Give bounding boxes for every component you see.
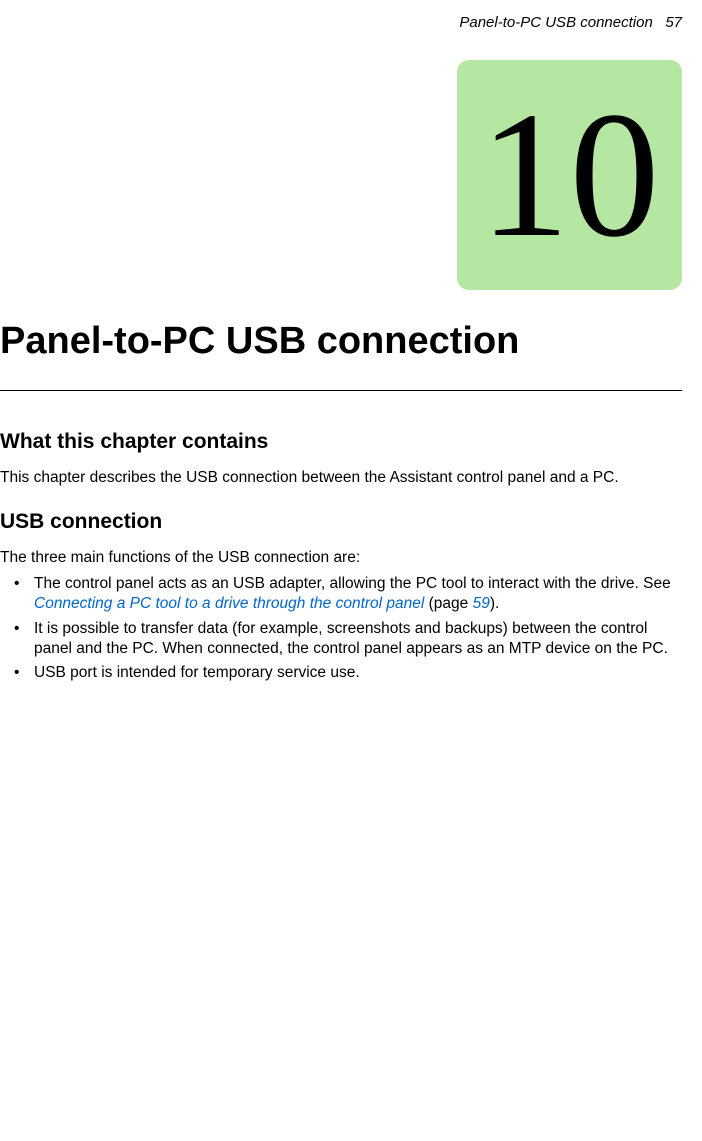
page-reference-link[interactable]: 59 xyxy=(473,595,490,612)
section-heading-usb-connection: USB connection xyxy=(0,510,682,534)
horizontal-rule xyxy=(0,390,682,391)
section-heading-what-contains: What this chapter contains xyxy=(0,430,682,454)
header-section-title: Panel-to-PC USB connection xyxy=(459,14,652,31)
chapter-number: 10 xyxy=(480,85,660,265)
bullet-text-post: ). xyxy=(490,595,499,612)
bullet-text: It is possible to transfer data (for exa… xyxy=(34,620,668,657)
chapter-number-box: 10 xyxy=(457,60,682,290)
intro-text-usb-connection: The three main functions of the USB conn… xyxy=(0,548,682,568)
list-item: The control panel acts as an USB adapter… xyxy=(0,574,682,614)
page-header: Panel-to-PC USB connection 57 xyxy=(459,14,682,31)
content-area: What this chapter contains This chapter … xyxy=(0,430,682,687)
bullet-list: The control panel acts as an USB adapter… xyxy=(0,574,682,683)
bullet-text: USB port is intended for temporary servi… xyxy=(34,664,360,681)
chapter-title: Panel-to-PC USB connection xyxy=(0,320,519,363)
bullet-text-pre: The control panel acts as an USB adapter… xyxy=(34,575,671,592)
body-text-what-contains: This chapter describes the USB connectio… xyxy=(0,468,682,488)
cross-reference-link[interactable]: Connecting a PC tool to a drive through … xyxy=(34,595,424,612)
bullet-text-mid: (page xyxy=(424,595,472,612)
list-item: It is possible to transfer data (for exa… xyxy=(0,619,682,659)
list-item: USB port is intended for temporary servi… xyxy=(0,663,682,683)
header-page-number: 57 xyxy=(665,14,682,31)
